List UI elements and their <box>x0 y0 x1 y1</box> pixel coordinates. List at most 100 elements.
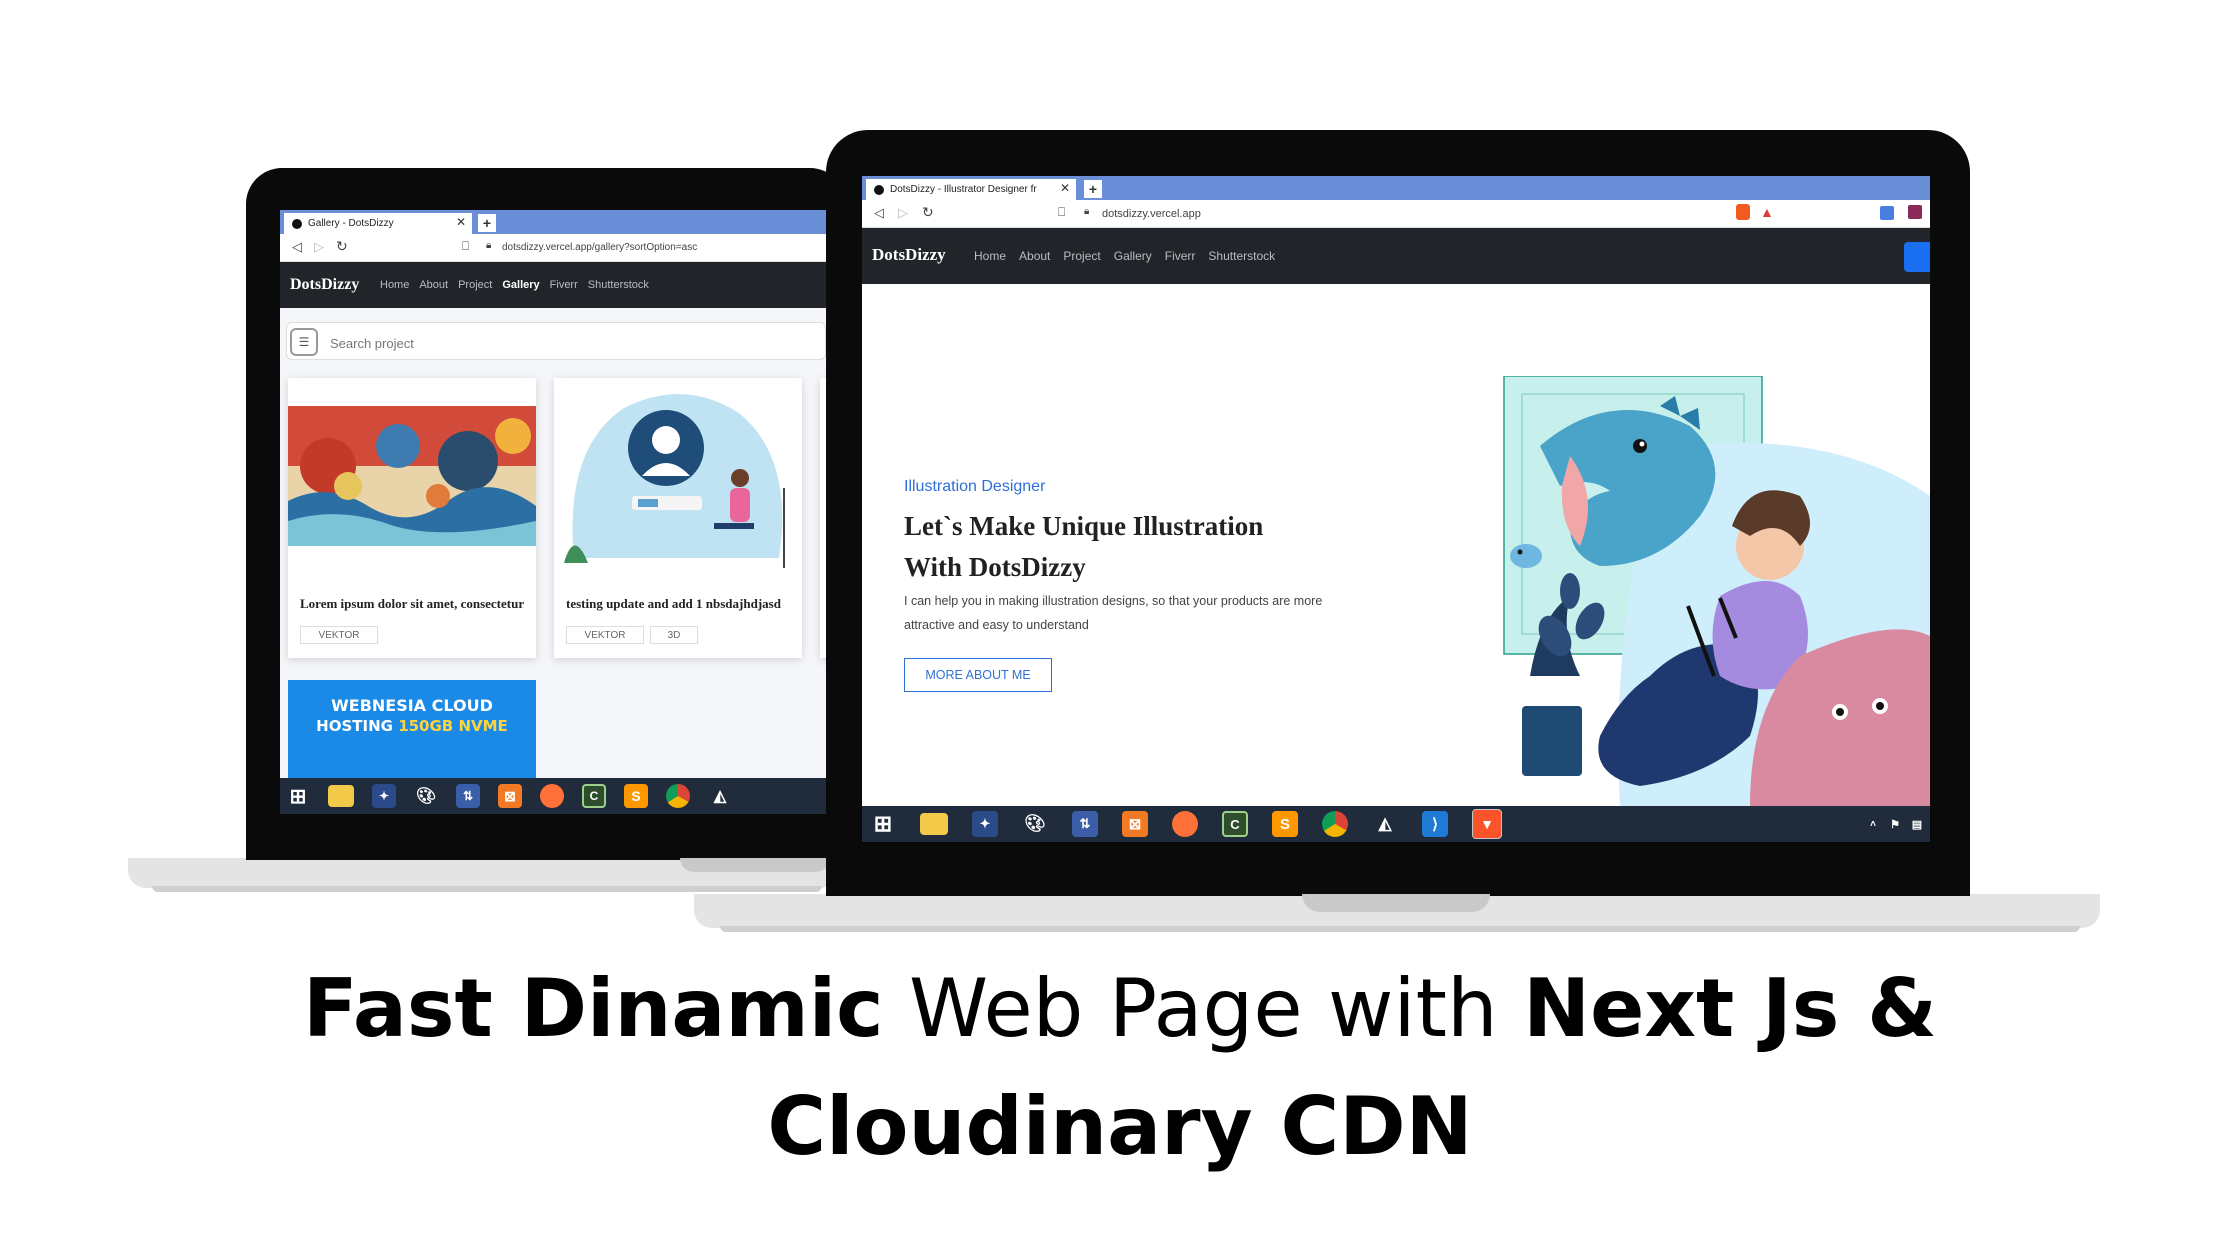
network-icon[interactable]: ⇅ <box>1072 811 1098 837</box>
firefox-icon[interactable] <box>540 784 564 808</box>
left-screen: Gallery - DotsDizzy ✕ + ◁ ▷ ↻ ⎕ 🔒︎ dotsd… <box>280 210 826 814</box>
network-icon[interactable]: ⇅ <box>456 784 480 808</box>
filter-button[interactable]: ☰ <box>290 328 318 356</box>
card-tag: VEKTOR <box>300 626 378 644</box>
more-about-me-button[interactable]: MORE ABOUT ME <box>904 658 1052 692</box>
forward-icon[interactable]: ▷ <box>898 205 908 221</box>
paint-icon[interactable]: 🎨︎ <box>414 784 438 808</box>
nav-shutterstock[interactable]: Shutterstock <box>588 279 649 291</box>
hero-section: Illustration Designer Let`s Make Unique … <box>862 284 1930 806</box>
left-navbar: DotsDizzy Home About Project Gallery Fiv… <box>280 262 826 308</box>
nav-project[interactable]: Project <box>1063 249 1100 263</box>
left-brand-logo[interactable]: DotsDizzy <box>290 276 359 294</box>
tray-network-icon[interactable]: ▤ <box>1910 814 1924 834</box>
nav-fiverr[interactable]: Fiverr <box>1165 249 1196 263</box>
brave-shield-icon[interactable] <box>1736 204 1750 220</box>
brave-icon[interactable]: ▼ <box>1472 809 1502 839</box>
hero-description: I can help you in making illustration de… <box>904 590 1322 638</box>
windows-start-icon[interactable]: ⊞ <box>870 811 896 837</box>
headline-bold-1: Fast Dinamic <box>302 962 884 1055</box>
tray-flag-icon[interactable]: ⚑ <box>1888 814 1902 834</box>
nav-home[interactable]: Home <box>974 249 1006 263</box>
left-taskbar: ⊞ ✦ 🎨︎ ⇅ ⊠ C S ◭ <box>280 778 826 814</box>
ad-line-2b: 150GB NVME <box>398 717 508 735</box>
back-icon[interactable]: ◁ <box>874 205 884 221</box>
left-url-text[interactable]: dotsdizzy.vercel.app/gallery?sortOption=… <box>502 242 697 253</box>
file-explorer-icon[interactable] <box>328 785 354 807</box>
right-address-bar: ◁ ▷ ↻ ⎕ 🔒︎ dotsdizzy.vercel.app ▲ <box>862 200 1930 228</box>
filter-icon: ☰ <box>298 335 310 349</box>
left-tab-bar: Gallery - DotsDizzy ✕ + <box>280 210 826 234</box>
chrome-icon[interactable] <box>666 784 690 808</box>
tab-favicon-icon <box>292 218 302 229</box>
search-input[interactable]: Search project <box>330 336 414 351</box>
nav-cta-button[interactable] <box>1904 242 1930 272</box>
extension-icon[interactable] <box>1908 205 1922 219</box>
app-icon[interactable]: ✦ <box>972 811 998 837</box>
left-laptop-notch <box>680 858 830 872</box>
nav-shutterstock[interactable]: Shutterstock <box>1208 249 1275 263</box>
card-tag: 3D <box>650 626 698 644</box>
xampp-icon[interactable]: ⊠ <box>1122 811 1148 837</box>
nav-about[interactable]: About <box>1019 249 1050 263</box>
right-url-text[interactable]: dotsdizzy.vercel.app <box>1102 208 1201 220</box>
forward-icon[interactable]: ▷ <box>314 239 324 255</box>
reload-icon[interactable]: ↻ <box>336 238 348 255</box>
sublime-icon[interactable]: S <box>1272 811 1298 837</box>
right-navbar: DotsDizzy Home About Project Gallery Fiv… <box>862 228 1930 284</box>
nav-about[interactable]: About <box>419 279 448 291</box>
lock-icon: 🔒︎ <box>486 240 492 251</box>
new-tab-button[interactable]: + <box>1084 180 1102 198</box>
back-icon[interactable]: ◁ <box>292 239 302 255</box>
reload-icon[interactable]: ↻ <box>922 204 934 221</box>
nav-project[interactable]: Project <box>458 279 492 291</box>
sublime-icon[interactable]: S <box>624 784 648 808</box>
vscode-icon[interactable]: ⟩ <box>1422 811 1448 837</box>
nav-fiverr[interactable]: Fiverr <box>550 279 578 291</box>
right-browser-tab[interactable]: DotsDizzy - Illustrator Designer fr ✕ <box>866 179 1076 200</box>
paint-icon[interactable]: 🎨︎ <box>1022 811 1048 837</box>
left-tab-title: Gallery - DotsDizzy <box>308 218 394 229</box>
bookmark-icon[interactable]: ⎕ <box>462 239 469 254</box>
left-laptop-base-shadow <box>152 886 822 892</box>
file-explorer-icon[interactable] <box>920 813 948 835</box>
translate-icon[interactable] <box>1880 206 1894 220</box>
card-image-batik <box>288 406 536 546</box>
close-tab-icon[interactable]: ✕ <box>1060 181 1070 195</box>
ad-line-2: HOSTING 150GB NVME <box>288 717 536 735</box>
headline-bold-3: Cloudinary CDN <box>767 1080 1473 1174</box>
app-icon[interactable]: C <box>582 784 606 808</box>
firefox-icon[interactable] <box>1172 811 1198 837</box>
brave-rewards-icon[interactable]: ▲ <box>1760 204 1774 220</box>
nav-home[interactable]: Home <box>380 279 409 291</box>
app-icon[interactable]: ✦ <box>372 784 396 808</box>
chrome-icon[interactable] <box>1322 811 1348 837</box>
left-browser-tab[interactable]: Gallery - DotsDizzy ✕ <box>284 213 472 234</box>
right-brand-logo[interactable]: DotsDizzy <box>872 245 946 265</box>
nav-gallery[interactable]: Gallery <box>502 279 539 291</box>
hero-desc-line-2: attractive and easy to understand <box>904 617 1089 632</box>
windows-start-icon[interactable]: ⊞ <box>286 784 310 808</box>
xampp-icon[interactable]: ⊠ <box>498 784 522 808</box>
nav-gallery[interactable]: Gallery <box>1114 249 1152 263</box>
hero-illustration <box>1503 376 1930 806</box>
new-tab-button[interactable]: + <box>478 214 496 232</box>
inkscape-icon[interactable]: ◭ <box>708 784 732 808</box>
gallery-card[interactable]: testing update and add 1 nbsdajhdjasd VE… <box>554 378 802 658</box>
hero-desc-line-1: I can help you in making illustration de… <box>904 594 1323 608</box>
hosting-ad-banner[interactable]: WEBNESIA CLOUD HOSTING 150GB NVME <box>288 680 536 778</box>
close-tab-icon[interactable]: ✕ <box>456 215 466 229</box>
tray-chevron-icon[interactable]: ˄ <box>1866 814 1880 834</box>
hero-title: Let`s Make Unique Illustration With Dots… <box>904 506 1263 587</box>
gallery-page: ☰ Search project Lorem ipsum dolor sit a… <box>280 308 826 778</box>
inkscape-icon[interactable]: ◭ <box>1372 811 1398 837</box>
ad-line-1: WEBNESIA CLOUD <box>331 696 493 715</box>
gallery-card[interactable]: Lorem ipsum dolor sit amet, consectetur … <box>288 378 536 658</box>
bookmark-icon[interactable]: ⎕ <box>1058 205 1065 220</box>
headline-bold-2: Next Js & <box>1523 962 1938 1055</box>
app-icon[interactable]: C <box>1222 811 1248 837</box>
right-tab-title: DotsDizzy - Illustrator Designer fr <box>890 184 1037 195</box>
lock-icon: 🔒︎ <box>1084 206 1090 217</box>
headline-line-2: Cloudinary CDN <box>0 1068 2240 1186</box>
card-tag: VEKTOR <box>566 626 644 644</box>
